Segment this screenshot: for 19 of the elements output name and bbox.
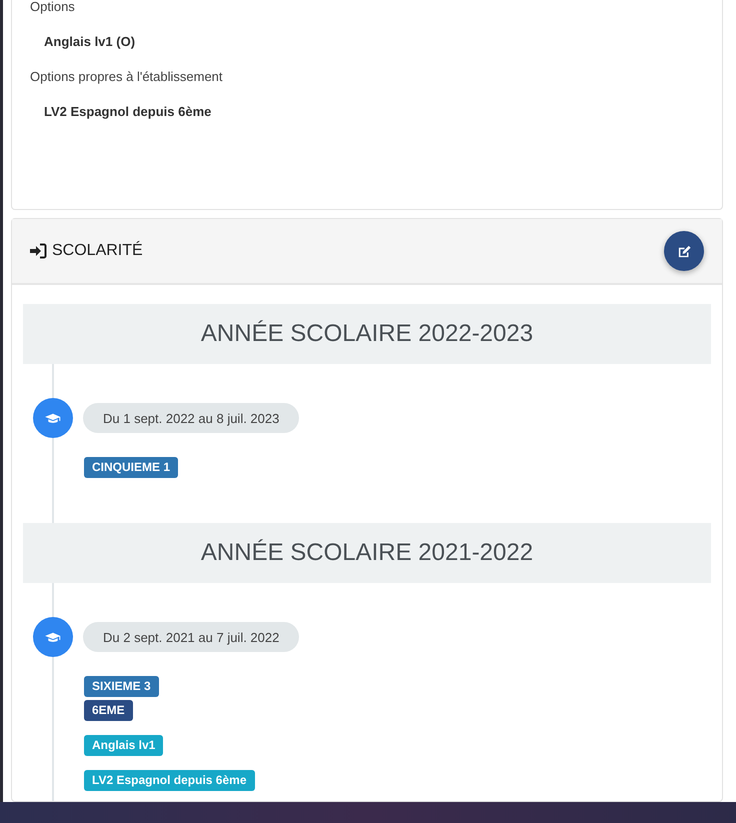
- date-range-pill: Du 2 sept. 2021 au 7 juil. 2022: [83, 622, 300, 652]
- graduation-cap-icon: [33, 398, 73, 438]
- tag-badge: LV2 Espagnol depuis 6ème: [84, 770, 254, 791]
- graduation-cap-icon: [33, 617, 73, 657]
- year-heading: ANNÉE SCOLAIRE 2022-2023: [23, 304, 711, 364]
- tag-badge: 6EME: [84, 700, 133, 721]
- option-value: Anglais lv1 (O): [44, 34, 136, 49]
- edit-button[interactable]: [664, 231, 704, 271]
- tag-badge: SIXIEME 3: [84, 676, 159, 697]
- date-range-pill: Du 1 sept. 2022 au 8 juil. 2023: [83, 403, 300, 433]
- option-value: LV2 Espagnol depuis 6ème: [44, 104, 212, 119]
- tag-badge: CINQUIEME 1: [84, 457, 178, 478]
- year-heading: ANNÉE SCOLAIRE 2021-2022: [23, 523, 711, 583]
- options-label: Options propres à l'établissement: [30, 69, 224, 84]
- tag-badge: Anglais lv1: [84, 735, 164, 756]
- section-title: SCOLARITÉ: [52, 242, 144, 260]
- edit-icon: [676, 244, 692, 258]
- options-label: Options: [30, 0, 76, 14]
- sign-in-icon: [29, 243, 47, 259]
